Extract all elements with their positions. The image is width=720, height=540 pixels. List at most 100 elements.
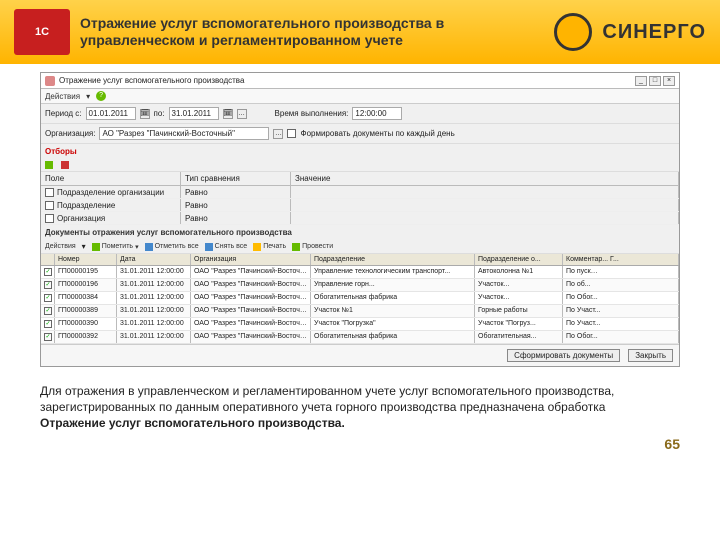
filter-checkbox[interactable]: [45, 214, 54, 223]
cell-dept2: Участок...: [475, 279, 563, 291]
actions-menu[interactable]: Действия: [45, 92, 80, 101]
table-row[interactable]: ✓ГП0000039231.01.2011 12:00:00ОАО "Разре…: [41, 331, 679, 344]
calendar-to-icon[interactable]: 🗓: [223, 109, 233, 119]
col-date[interactable]: Дата: [117, 254, 191, 265]
table-row[interactable]: ✓ГП0000039031.01.2011 12:00:00ОАО "Разре…: [41, 318, 679, 331]
row-checkbox[interactable]: ✓: [44, 333, 52, 341]
docs-mark-all[interactable]: Отметить все: [145, 242, 199, 251]
cell-dept: Обогатительная фабрика: [311, 331, 475, 343]
filter-value[interactable]: [291, 199, 679, 211]
row-checkbox[interactable]: ✓: [44, 294, 52, 302]
window-footer: Сформировать документы Закрыть: [41, 344, 679, 366]
cell-dept2: Автоколонна №1: [475, 266, 563, 278]
uncheckall-icon: [205, 243, 213, 251]
col-comment[interactable]: Комментар... Г...: [563, 254, 679, 265]
cell-date: 31.01.2011 12:00:00: [117, 331, 191, 343]
generate-button[interactable]: Сформировать документы: [507, 349, 620, 362]
print-icon: [253, 243, 261, 251]
filter-checkbox[interactable]: [45, 201, 54, 210]
close-button[interactable]: ×: [663, 76, 675, 86]
docs-unmark-all[interactable]: Снять все: [205, 242, 248, 251]
filter-add-icon[interactable]: [45, 161, 53, 169]
cell-dept2: Обогатительная...: [475, 331, 563, 343]
cell-comment: По Обог...: [563, 331, 679, 343]
logo-1c: 1C: [14, 9, 70, 55]
caption-text: Для отражения в управленческом и регламе…: [40, 384, 614, 414]
window-titlebar[interactable]: Отражение услуг вспомогательного произво…: [41, 73, 679, 89]
app-window: Отражение услуг вспомогательного произво…: [40, 72, 680, 367]
window-title: Отражение услуг вспомогательного произво…: [59, 76, 244, 85]
daily-docs-checkbox[interactable]: [287, 129, 296, 138]
org-select-icon[interactable]: …: [273, 129, 283, 139]
post-icon: [292, 243, 300, 251]
filter-checkbox[interactable]: [45, 188, 54, 197]
period-to-input[interactable]: 31.01.2011: [169, 107, 219, 120]
row-checkbox[interactable]: ✓: [44, 320, 52, 328]
col-number[interactable]: Номер: [55, 254, 117, 265]
time-input[interactable]: 12:00:00: [352, 107, 402, 120]
period-from-input[interactable]: 01.01.2011: [86, 107, 136, 120]
cell-org: ОАО "Разрез "Пачинский-Восточный": [191, 279, 311, 291]
cell-date: 31.01.2011 12:00:00: [117, 292, 191, 304]
col-dept2[interactable]: Подразделение о...: [475, 254, 563, 265]
caption-bold: Отражение услуг вспомогательного произво…: [40, 416, 345, 430]
close-window-button[interactable]: Закрыть: [628, 349, 673, 362]
col-check: [41, 254, 55, 265]
checkall-icon: [145, 243, 153, 251]
filters-header: Поле Тип сравнения Значение: [41, 172, 679, 186]
cell-number: ГП00000389: [55, 305, 117, 317]
filter-value[interactable]: [291, 212, 679, 224]
synergo-icon: [554, 13, 592, 51]
cell-org: ОАО "Разрез "Пачинский-Восточный": [191, 305, 311, 317]
docs-toolbar: Действия▾ Пометить▾ Отметить все Снять в…: [41, 240, 679, 254]
minimize-button[interactable]: _: [635, 76, 647, 86]
window-icon: [45, 76, 55, 86]
row-checkbox[interactable]: ✓: [44, 281, 52, 289]
filter-type: Равно: [181, 199, 291, 211]
table-row[interactable]: ✓ГП0000019531.01.2011 12:00:00ОАО "Разре…: [41, 266, 679, 279]
table-row[interactable]: ✓ГП0000038431.01.2011 12:00:00ОАО "Разре…: [41, 292, 679, 305]
cell-dept: Участок №1: [311, 305, 475, 317]
filter-row[interactable]: Подразделение Равно: [41, 199, 679, 212]
filter-field: Подразделение: [57, 201, 115, 210]
filter-row[interactable]: Организация Равно: [41, 212, 679, 225]
cell-number: ГП00000384: [55, 292, 117, 304]
table-row[interactable]: ✓ГП0000038931.01.2011 12:00:00ОАО "Разре…: [41, 305, 679, 318]
help-icon[interactable]: ?: [96, 91, 106, 101]
cell-comment: По об...: [563, 279, 679, 291]
docs-actions[interactable]: Действия: [45, 242, 76, 251]
period-dialog-icon[interactable]: …: [237, 109, 247, 119]
time-label: Время выполнения:: [275, 109, 349, 118]
docs-post[interactable]: Провести: [292, 242, 333, 251]
slide-caption: Для отражения в управленческом и регламе…: [0, 373, 720, 436]
filter-remove-icon[interactable]: [61, 161, 69, 169]
synergo-brand: СИНЕРГО: [602, 21, 706, 44]
maximize-button[interactable]: □: [649, 76, 661, 86]
daily-docs-label: Формировать документы по каждый день: [300, 129, 454, 138]
cell-number: ГП00000195: [55, 266, 117, 278]
filters-col-value: Значение: [291, 172, 679, 185]
plus-icon: [92, 243, 100, 251]
period-to-label: по:: [154, 109, 165, 118]
docs-print[interactable]: Печать: [253, 242, 286, 251]
cell-date: 31.01.2011 12:00:00: [117, 318, 191, 330]
cell-comment: По Участ...: [563, 305, 679, 317]
docs-mark[interactable]: Пометить▾: [92, 242, 139, 251]
calendar-from-icon[interactable]: 🗓: [140, 109, 150, 119]
filter-row[interactable]: Подразделение организации Равно: [41, 186, 679, 199]
row-checkbox[interactable]: ✓: [44, 268, 52, 276]
cell-comment: По Участ...: [563, 318, 679, 330]
row-checkbox[interactable]: ✓: [44, 307, 52, 315]
col-dept[interactable]: Подразделение: [311, 254, 475, 265]
org-input[interactable]: АО "Разрез "Пачинский-Восточный": [99, 127, 269, 140]
table-row[interactable]: ✓ГП0000019631.01.2011 12:00:00ОАО "Разре…: [41, 279, 679, 292]
filter-field: Организация: [57, 214, 105, 223]
col-org[interactable]: Организация: [191, 254, 311, 265]
slide-title: Отражение услуг вспомогательного произво…: [80, 15, 544, 49]
filter-value[interactable]: [291, 186, 679, 198]
cell-dept: Управление технологическим транспорт...: [311, 266, 475, 278]
cell-number: ГП00000196: [55, 279, 117, 291]
period-label: Период с:: [45, 109, 82, 118]
cell-org: ОАО "Разрез "Пачинский-Восточный": [191, 266, 311, 278]
filters-section-title: Отборы: [41, 144, 679, 159]
